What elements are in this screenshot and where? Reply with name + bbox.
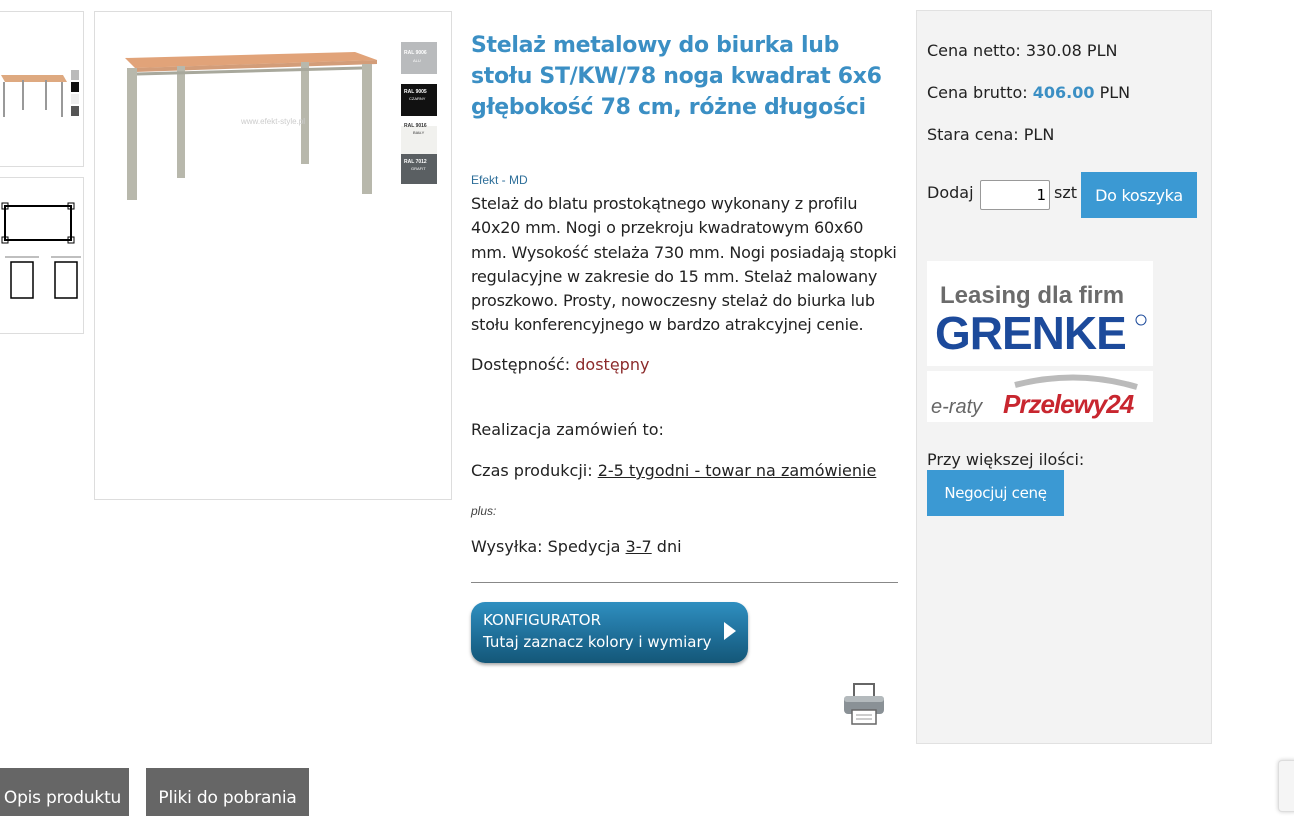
net-price-label: Cena netto:: [927, 41, 1021, 60]
product-main-image[interactable]: www.efekt-style.pl RAL 9006 ALU RAL 9005…: [94, 11, 452, 500]
thumbnail-product-photo[interactable]: [0, 11, 84, 167]
configurator-button[interactable]: KONFIGURATOR Tutaj zaznacz kolory i wymi…: [471, 602, 748, 663]
gross-price: Cena brutto: 406.00 PLN: [927, 83, 1130, 102]
swatch-name-2: CZARNY: [409, 96, 426, 101]
configurator-title: KONFIGURATOR: [483, 611, 602, 629]
swatch-name-1: ALU: [413, 58, 421, 63]
gross-price-value: 406.00: [1032, 83, 1095, 102]
swatch-code-2: RAL 9005: [404, 89, 427, 95]
shipping-days-link[interactable]: 3-7: [626, 537, 652, 556]
swatch-code-4: RAL 7012: [404, 159, 427, 165]
availability-value: dostępny: [575, 355, 650, 374]
realization-label: Realizacja zamówień to:: [471, 420, 664, 439]
brand-link[interactable]: Efekt - MD: [471, 173, 528, 187]
negotiate-price-button[interactable]: Negocjuj cenę: [927, 470, 1064, 516]
divider: [471, 582, 898, 583]
swatch-code-3: RAL 9016: [404, 123, 427, 129]
bulk-label: Przy większej ilości:: [927, 450, 1085, 469]
arrow-right-icon: [724, 622, 736, 640]
side-widget-handle[interactable]: [1278, 760, 1294, 812]
color-swatches: RAL 9006 ALU RAL 9005 CZARNY RAL 9016 BI…: [401, 42, 437, 184]
availability-label: Dostępność:: [471, 355, 571, 374]
thumbnail-technical-drawing[interactable]: [0, 177, 84, 334]
old-price-label: Stara cena:: [927, 125, 1019, 144]
grenke-logo: GRENKE: [935, 307, 1126, 359]
product-info: Stelaż metalowy do biurka lub stołu ST/K…: [471, 30, 901, 725]
tab-downloads[interactable]: Pliki do pobrania: [146, 768, 309, 816]
add-label: Dodaj: [927, 183, 974, 202]
old-price-value: PLN: [1023, 125, 1055, 144]
add-to-cart-button[interactable]: Do koszyka: [1081, 172, 1197, 218]
old-price: Stara cena: PLN: [927, 125, 1054, 144]
shipping-label: Wysyłka: Spedycja: [471, 537, 621, 556]
configurator-subtitle: Tutaj zaznacz kolory i wymiary: [483, 633, 712, 651]
unit-label: szt: [1054, 183, 1078, 202]
installments-prefix: e-raty: [931, 396, 983, 418]
gross-price-label: Cena brutto:: [927, 83, 1028, 102]
shipping-unit: dni: [656, 537, 682, 556]
gross-price-currency: PLN: [1099, 83, 1131, 102]
swatch-name-3: BIAŁY: [413, 130, 425, 135]
grenke-leasing-banner[interactable]: Leasing dla firm GRENKE: [927, 261, 1153, 366]
image-watermark: www.efekt-style.pl: [240, 117, 305, 126]
production-time-link[interactable]: 2-5 tygodni - towar na zamówienie: [598, 461, 877, 480]
net-price-value: 330.08 PLN: [1025, 41, 1118, 60]
net-price: Cena netto: 330.08 PLN: [927, 41, 1117, 60]
plus-label: plus:: [471, 504, 497, 518]
product-description: Stelaż do blatu prostokątnego wykonany z…: [471, 194, 897, 335]
printer-icon[interactable]: [842, 682, 886, 726]
przelewy24-installments-banner[interactable]: e-raty Przelewy24: [927, 371, 1153, 422]
leasing-tagline: Leasing dla firm: [940, 282, 1124, 309]
przelewy24-logo: Przelewy24: [1003, 389, 1135, 419]
production-time: Czas produkcji: 2-5 tygodni - towar na z…: [471, 461, 876, 480]
availability: Dostępność: dostępny: [471, 355, 649, 374]
tab-product-description[interactable]: Opis produktu: [0, 768, 129, 816]
swatch-name-4: GRAFIT: [411, 166, 426, 171]
price-box: Cena netto: 330.08 PLN Cena brutto: 406.…: [916, 10, 1212, 744]
swatch-code-1: RAL 9006: [404, 50, 427, 56]
quantity-input[interactable]: [980, 180, 1050, 210]
product-title: Stelaż metalowy do biurka lub stołu ST/K…: [471, 33, 882, 120]
shipping-info: Wysyłka: Spedycja 3-7 dni: [471, 537, 682, 556]
production-label: Czas produkcji:: [471, 461, 593, 480]
